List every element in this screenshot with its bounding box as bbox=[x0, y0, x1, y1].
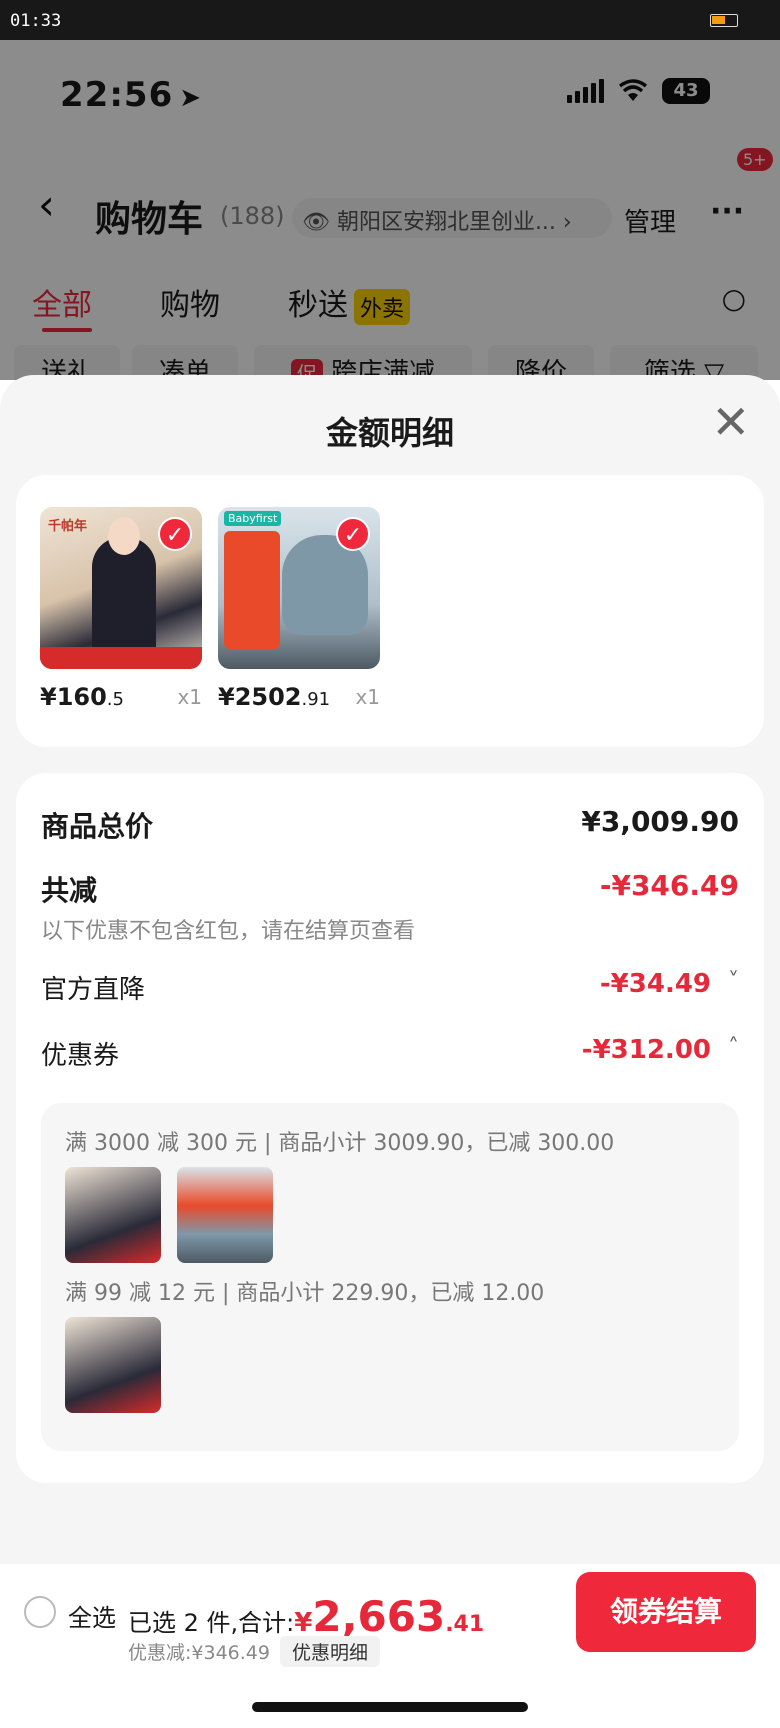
brand-logo: Babyfirst bbox=[224, 511, 282, 526]
price-dec: .5 bbox=[106, 689, 124, 710]
price-int: ¥2502 bbox=[218, 683, 302, 711]
total-label: 商品总价 bbox=[41, 810, 154, 843]
product-item[interactable]: Babyfirst ✓ ¥2502.91 x1 bbox=[218, 507, 380, 711]
coupon-line: 满 3000 减 300 元 | 商品小计 3009.90，已减 300.00 bbox=[65, 1131, 615, 1156]
product-qty: x1 bbox=[355, 685, 380, 709]
official-value: -¥34.49 bbox=[599, 969, 711, 999]
product-image-car-seat: Babyfirst ✓ bbox=[218, 507, 380, 669]
price-int: ¥160 bbox=[40, 683, 107, 711]
coupon-thumb-jacket bbox=[65, 1317, 161, 1413]
product-qty: x1 bbox=[177, 685, 202, 709]
dim-overlay[interactable] bbox=[0, 40, 780, 380]
system-status-bar: 01:33 bbox=[0, 0, 780, 40]
battery-icon bbox=[710, 14, 738, 27]
coupon-detail-box: 满 3000 减 300 元 | 商品小计 3009.90，已减 300.00 … bbox=[41, 1103, 739, 1451]
checkout-button[interactable]: 领券结算 bbox=[576, 1572, 756, 1652]
total-value: ¥3,009.90 bbox=[581, 805, 739, 838]
amount-detail-sheet: 金额明细 ✕ 千帕年 ✓ ¥160.5 x1 Babyfirst ✓ ¥2502… bbox=[0, 375, 780, 1728]
official-label: 官方直降 bbox=[41, 975, 146, 1005]
reduce-value: -¥346.49 bbox=[599, 869, 739, 902]
selected-text: 已选 2 件,合计: bbox=[128, 1609, 295, 1637]
selected-summary: 已选 2 件,合计:¥2,663.41 bbox=[128, 1592, 484, 1641]
chevron-up-icon[interactable]: ˄ bbox=[728, 1035, 739, 1060]
coupon-thumb-car-seat bbox=[177, 1167, 273, 1263]
chevron-down-icon[interactable]: ˅ bbox=[728, 969, 739, 994]
product-price: ¥2502.91 bbox=[218, 683, 330, 711]
discount-text: 优惠减:¥346.49 bbox=[128, 1642, 270, 1664]
select-all-label[interactable]: 全选 bbox=[68, 1598, 116, 1633]
coupon-thumb-jacket bbox=[65, 1167, 161, 1263]
select-all-radio[interactable] bbox=[24, 1596, 56, 1628]
reduce-label: 共减 bbox=[41, 874, 98, 907]
discount-summary: 优惠减:¥346.49 优惠明细 bbox=[128, 1636, 380, 1667]
product-image-jacket: 千帕年 ✓ bbox=[40, 507, 202, 669]
checkbox-checked-icon[interactable]: ✓ bbox=[158, 517, 192, 551]
promo-strip bbox=[40, 647, 202, 669]
close-icon[interactable]: ✕ bbox=[711, 395, 750, 449]
system-time: 01:33 bbox=[10, 11, 62, 31]
discount-detail-button[interactable]: 优惠明细 bbox=[279, 1636, 380, 1667]
price-dec: .91 bbox=[301, 689, 331, 710]
total-dec: .41 bbox=[445, 1612, 485, 1637]
total-int: 2,663 bbox=[312, 1592, 446, 1641]
coupon-label: 优惠券 bbox=[41, 1041, 120, 1071]
total-amount: 2,663.41 bbox=[312, 1592, 484, 1641]
product-card: 千帕年 ✓ ¥160.5 x1 Babyfirst ✓ ¥2502.91 x1 bbox=[16, 475, 764, 747]
discount-note: 以下优惠不包含红包，请在结算页查看 bbox=[41, 919, 416, 944]
coupon-line: 满 99 减 12 元 | 商品小计 229.90，已减 12.00 bbox=[65, 1281, 545, 1306]
yen-symbol: ¥ bbox=[294, 1608, 313, 1638]
sheet-title: 金额明细 bbox=[325, 414, 454, 452]
brand-logo: 千帕年 bbox=[48, 519, 88, 534]
promo-panel bbox=[224, 531, 280, 649]
coupon-value: -¥312.00 bbox=[581, 1035, 711, 1065]
checkbox-checked-icon[interactable]: ✓ bbox=[336, 517, 370, 551]
figure-face bbox=[108, 517, 140, 555]
price-summary-card: 商品总价 ¥3,009.90 共减 -¥346.49 以下优惠不包含红包，请在结… bbox=[16, 773, 764, 1483]
product-item[interactable]: 千帕年 ✓ ¥160.5 x1 bbox=[40, 507, 202, 711]
product-price: ¥160.5 bbox=[40, 683, 124, 711]
home-indicator bbox=[252, 1702, 528, 1712]
